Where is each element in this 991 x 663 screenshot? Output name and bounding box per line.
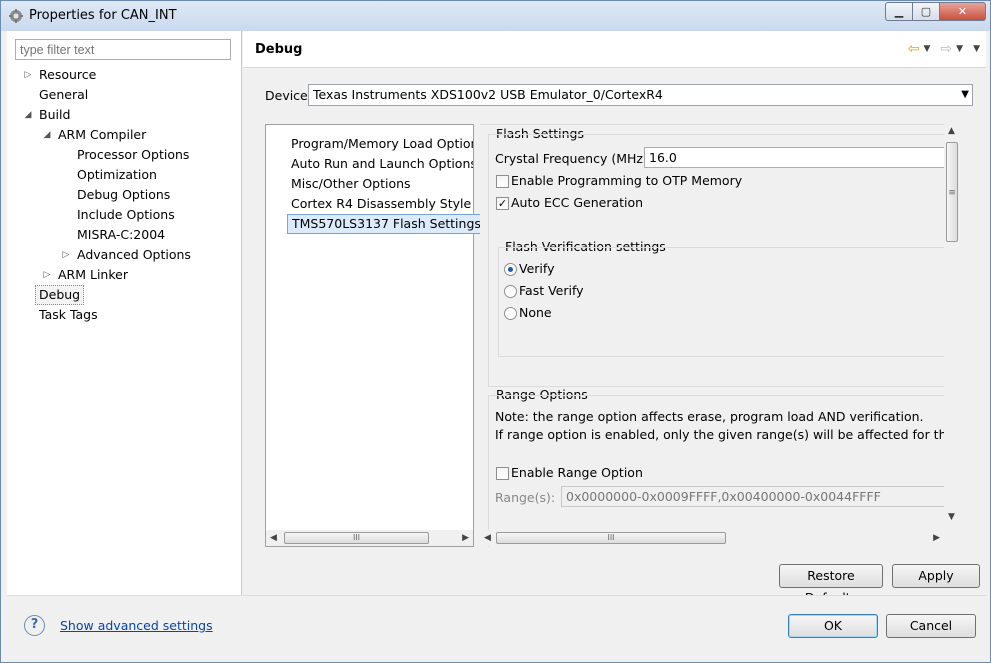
scroll-thumb[interactable]: III — [496, 532, 726, 544]
scroll-right-icon[interactable]: ▶ — [462, 530, 469, 546]
dropdown-arrow-icon: ▼ — [961, 89, 969, 100]
enable-range-checkbox[interactable] — [496, 467, 509, 480]
verify-radio[interactable] — [504, 263, 517, 276]
scroll-left-icon[interactable]: ◀ — [270, 530, 277, 546]
expand-icon[interactable]: ▷ — [42, 270, 52, 280]
scroll-thumb[interactable]: ≡ — [946, 142, 958, 242]
category-auto-run-launch[interactable]: Auto Run and Launch Options — [291, 154, 473, 174]
help-icon[interactable]: ? — [24, 615, 45, 636]
debug-category-list: Program/Memory Load Options Auto Run and… — [265, 124, 486, 547]
back-menu-chevron-icon[interactable]: ▼ — [924, 44, 931, 54]
settings-vscrollbar[interactable]: ▲ ≡ ▼ — [944, 124, 961, 524]
close-button[interactable]: ✕ — [940, 2, 986, 21]
category-program-memory-load[interactable]: Program/Memory Load Options — [291, 134, 473, 154]
tree-item-label: Optimization — [77, 167, 157, 182]
scroll-right-icon[interactable]: ▶ — [933, 530, 940, 546]
property-tree-pane: ▷ Resource General ◢ Build ◢ ARM Compile… — [7, 31, 242, 595]
cancel-button[interactable]: Cancel — [886, 614, 976, 638]
back-arrow-icon[interactable]: ⇦ — [908, 41, 920, 57]
collapse-icon[interactable]: ◢ — [23, 110, 33, 120]
scroll-left-icon[interactable]: ◀ — [484, 530, 491, 546]
ecc-checkbox[interactable]: ✓ — [496, 197, 509, 210]
page-title: Debug — [255, 42, 303, 57]
tree-item-label: MISRA-C:2004 — [77, 227, 166, 242]
properties-dialog: Properties for CAN_INT ▁ ▢ ✕ ▷ Resource … — [0, 0, 991, 663]
device-select-value: Texas Instruments XDS100v2 USB Emulator_… — [313, 87, 663, 102]
filter-input[interactable] — [15, 39, 231, 60]
restore-defaults-button[interactable]: Restore Defaults — [779, 564, 883, 605]
expand-icon[interactable]: ▷ — [61, 250, 71, 260]
crystal-frequency-label: Crystal Frequency (MHz) — [495, 151, 648, 166]
fast-verify-radio[interactable] — [504, 285, 517, 298]
tree-item-label: Debug — [35, 285, 85, 305]
scroll-up-icon[interactable]: ▲ — [948, 126, 955, 136]
view-menu-icon[interactable]: ▼ — [973, 44, 980, 54]
tree-item-label: Build — [39, 107, 71, 122]
property-page: Debug ⇦ ▼ ⇨ ▼ ▼ Device Texas Instruments… — [243, 31, 986, 605]
otp-label: Enable Programming to OTP Memory — [511, 173, 743, 188]
ecc-label: Auto ECC Generation — [511, 195, 644, 210]
forward-menu-chevron-icon[interactable]: ▼ — [956, 44, 963, 54]
page-header: Debug ⇦ ▼ ⇨ ▼ ▼ — [243, 31, 986, 68]
category-misc-other[interactable]: Misc/Other Options — [291, 174, 473, 194]
tree-item-label: Resource — [39, 67, 97, 82]
category-flash-settings[interactable]: TMS570LS3137 Flash Settings — [287, 214, 486, 234]
settings-hscrollbar[interactable]: ◀ III ▶ — [480, 530, 944, 546]
otp-checkbox[interactable] — [496, 175, 509, 188]
apply-button[interactable]: Apply — [892, 564, 980, 588]
tree-item-label: Include Options — [77, 207, 175, 222]
ranges-input[interactable]: 0x0000000-0x0009FFFF,0x00400000-0x0044FF… — [561, 486, 944, 507]
collapse-icon[interactable]: ◢ — [42, 130, 52, 140]
ranges-label: Range(s): — [495, 490, 556, 505]
tree-item-label: ARM Linker — [58, 267, 128, 282]
forward-arrow-icon[interactable]: ⇨ — [940, 41, 952, 57]
enable-range-label: Enable Range Option — [511, 465, 643, 480]
tree-item-label: General — [39, 87, 89, 102]
tree-item-label: Processor Options — [77, 147, 190, 162]
scroll-down-icon[interactable]: ▼ — [948, 512, 955, 522]
range-note-line2: If range option is enabled, only the giv… — [495, 427, 944, 442]
range-note-line1: Note: the range option affects erase, pr… — [495, 409, 924, 424]
fast-verify-label: Fast Verify — [519, 283, 584, 298]
category-cortex-r4-disassembly[interactable]: Cortex R4 Disassembly Style Options — [291, 194, 473, 214]
expand-icon[interactable]: ▷ — [23, 70, 33, 80]
tree-item-label: ARM Compiler — [58, 127, 147, 142]
verify-label: Verify — [519, 261, 555, 276]
ok-button[interactable]: OK — [788, 614, 878, 638]
flash-settings-panel: Flash Settings Crystal Frequency (MHz) 1… — [480, 124, 944, 547]
device-label: Device — [265, 88, 308, 103]
tree-item-label: Task Tags — [39, 307, 98, 322]
none-label: None — [519, 305, 552, 320]
tree-item-label: Debug Options — [77, 187, 171, 202]
minimize-icon: ▁ — [894, 5, 904, 18]
dialog-footer: ? Show advanced settings OK Cancel — [7, 595, 986, 658]
crystal-frequency-input[interactable]: 16.0 — [644, 147, 944, 168]
show-advanced-settings-link[interactable]: Show advanced settings — [60, 618, 213, 633]
device-select[interactable]: Texas Instruments XDS100v2 USB Emulator_… — [308, 84, 973, 106]
window-title: Properties for CAN_INT — [29, 8, 177, 23]
none-radio[interactable] — [504, 307, 517, 320]
title-bar: Properties for CAN_INT ▁ ▢ ✕ — [1, 1, 990, 31]
checkmark-icon: ✓ — [497, 197, 508, 210]
properties-gear-icon — [9, 9, 23, 23]
scroll-thumb[interactable]: III — [284, 532, 429, 544]
category-list-hscrollbar[interactable]: ◀ III ▶ — [266, 530, 473, 546]
verification-group — [498, 247, 944, 357]
minimize-button[interactable]: ▁ — [885, 2, 913, 21]
maximize-button[interactable]: ▢ — [913, 2, 940, 21]
maximize-icon: ▢ — [920, 5, 932, 18]
tree-item-label: Advanced Options — [77, 247, 191, 262]
close-icon: ✕ — [957, 5, 968, 18]
